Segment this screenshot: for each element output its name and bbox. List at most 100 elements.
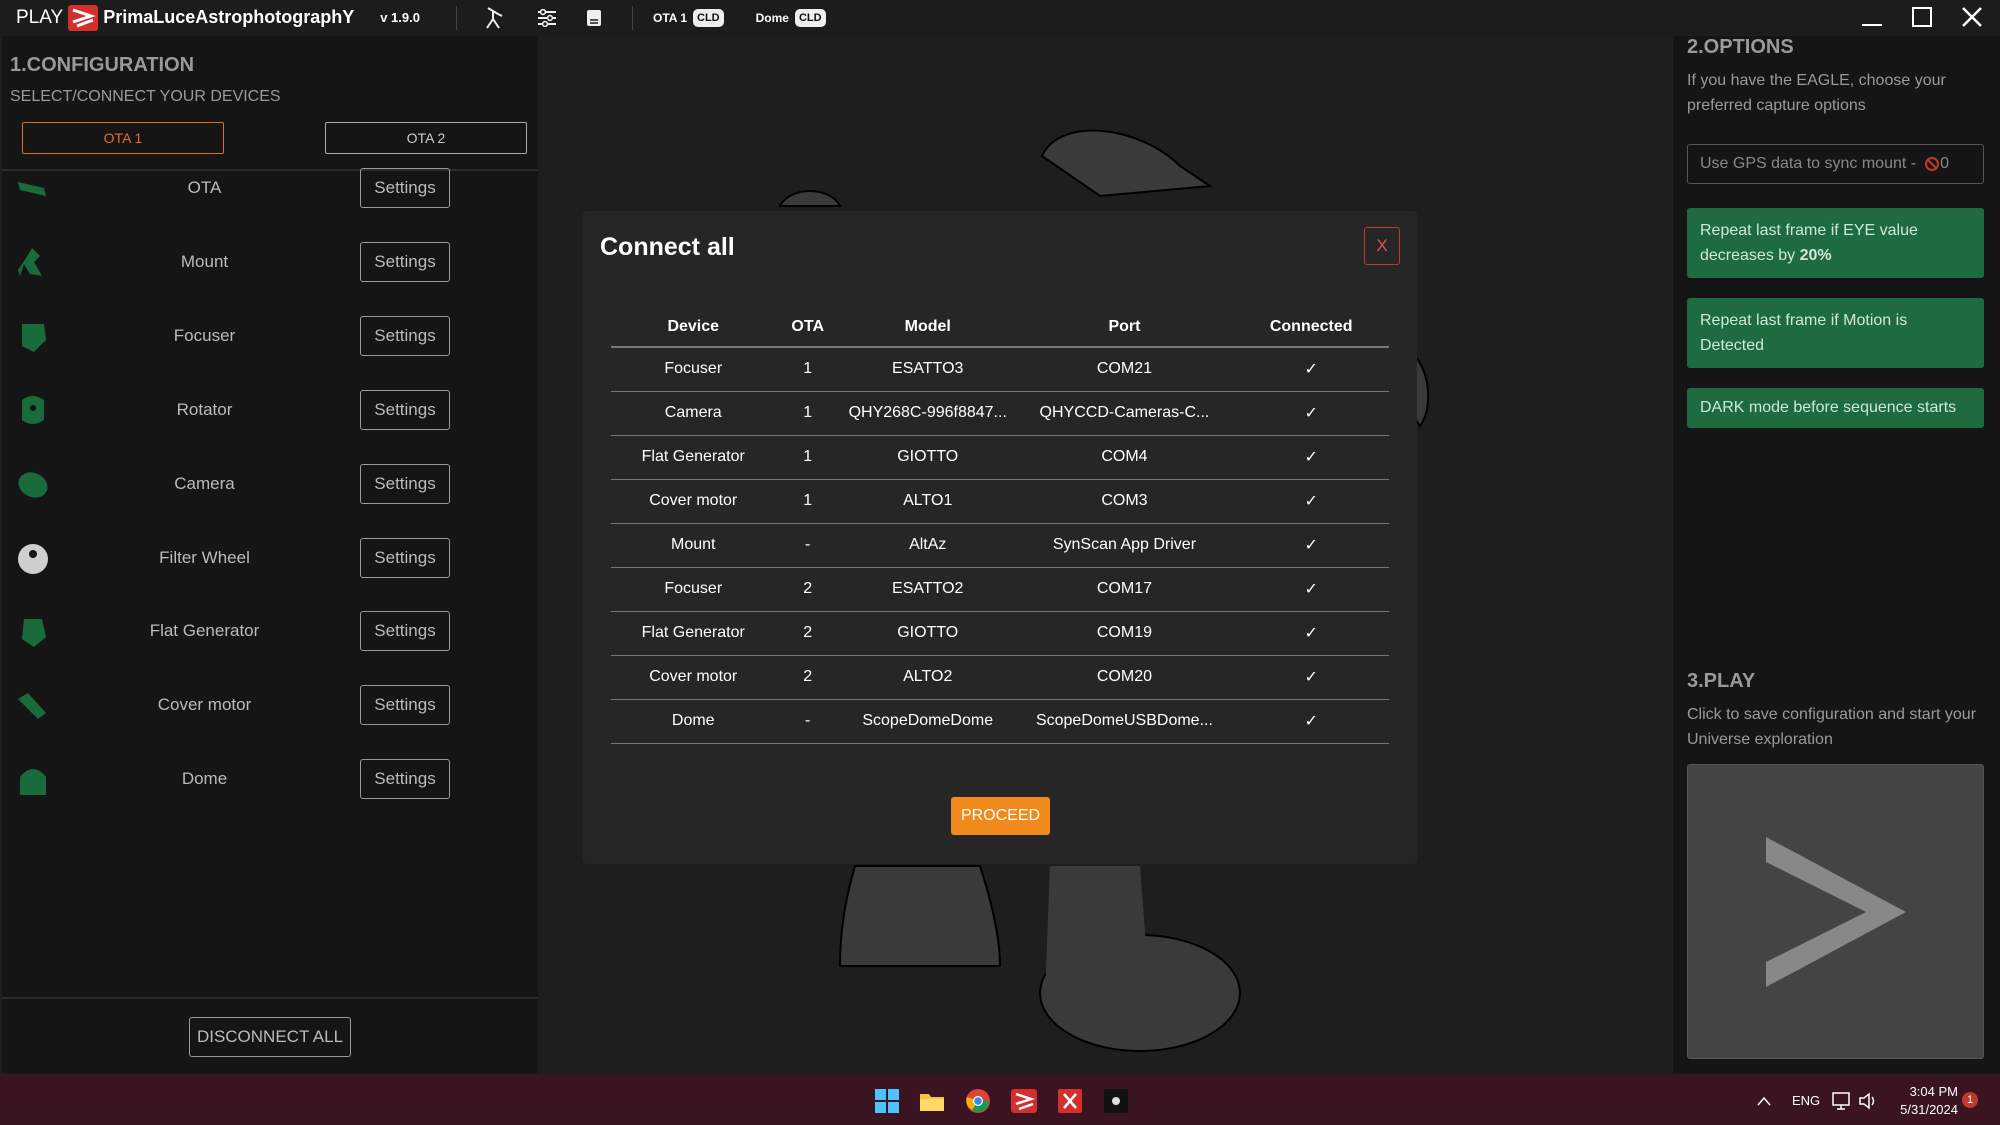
settings-button-mount[interactable]: Settings — [360, 242, 450, 282]
focuser-icon — [22, 324, 46, 352]
minimize-icon[interactable] — [1854, 2, 1890, 32]
file-explorer-icon[interactable] — [918, 1087, 946, 1115]
connected-check-icon: ✓ — [1233, 435, 1389, 480]
table-cell-ota: 2 — [775, 611, 840, 656]
device-row-rotator: Rotator Settings — [2, 380, 538, 440]
clock-time[interactable]: 3:04 PM — [1902, 1084, 1958, 1099]
clock-date[interactable]: 5/31/2024 — [1890, 1102, 1958, 1117]
table-cell-port: COM21 — [1015, 347, 1234, 392]
table-cell-port: COM20 — [1015, 655, 1234, 700]
ota-cloud-badge: CLD — [693, 8, 724, 27]
device-row-flat-generator: Flat Generator Settings — [2, 601, 538, 661]
close-window-icon[interactable] — [1954, 2, 1990, 32]
device-row-mount: Mount Settings — [2, 232, 538, 292]
chrome-icon[interactable] — [964, 1087, 992, 1115]
volume-icon[interactable] — [1854, 1087, 1882, 1115]
table-row: Flat Generator 1 GIOTTO COM4 ✓ — [611, 435, 1389, 480]
chevron-up-icon[interactable] — [1750, 1087, 1778, 1115]
table-cell-device: Mount — [611, 523, 776, 568]
connected-check-icon: ✓ — [1233, 391, 1389, 436]
connection-table: Device OTA Model Port Connected Focuser 1 ESAT… — [611, 308, 1389, 744]
table-cell-model: ESATTO2 — [839, 567, 1016, 612]
configuration-panel: 1.CONFIGURATION SELECT/CONNECT YOUR DEVI… — [2, 36, 538, 1073]
table-cell-model: ALTO1 — [839, 479, 1016, 524]
column-header-ota: OTA — [775, 308, 840, 348]
settings-button-rotator[interactable]: Settings — [360, 390, 450, 430]
gps-sync-toggle[interactable]: Use GPS data to sync mount - 0 — [1687, 144, 1984, 184]
options-panel: 2.OPTIONS If you have the EAGLE, choose … — [1673, 36, 2000, 1073]
connected-check-icon: ✓ — [1233, 611, 1389, 656]
settings-button-cover-motor[interactable]: Settings — [360, 685, 450, 725]
rotator-icon — [22, 396, 44, 424]
title-bar: PLAY PrimaLuceAstrophotographY v 1.9.0 O… — [0, 0, 2000, 35]
titlebar-divider — [455, 5, 457, 30]
language-indicator[interactable]: ENG — [1792, 1093, 1820, 1108]
device-row-filter-wheel: Filter Wheel Settings — [2, 528, 538, 588]
repeat-motion-option[interactable]: Repeat last frame if Motion is Detected — [1687, 298, 1984, 368]
table-cell-model: GIOTTO — [839, 435, 1016, 480]
settings-button-ota[interactable]: Settings — [360, 168, 450, 208]
settings-button-filter-wheel[interactable]: Settings — [360, 538, 450, 578]
table-cell-device: Camera — [611, 391, 776, 436]
dome-cloud-badge: CLD — [794, 8, 826, 27]
device-name: OTA — [187, 178, 222, 197]
table-cell-device: Focuser — [611, 347, 776, 392]
dome-status[interactable]: Dome CLD — [755, 8, 826, 27]
repeat-eye-option[interactable]: Repeat last frame if EYE value decreases… — [1687, 208, 1984, 278]
gps-value: 0 — [1940, 155, 1949, 172]
device-name: Rotator — [176, 400, 233, 419]
titlebar-divider — [631, 5, 633, 30]
filter-wheel-icon — [18, 544, 48, 574]
mount-icon — [18, 248, 42, 276]
device-name: Cover motor — [157, 695, 252, 714]
connected-check-icon: ✓ — [1233, 479, 1389, 524]
device-row-focuser: Focuser Settings — [2, 306, 538, 366]
device-row-camera: Camera Settings — [2, 454, 538, 514]
notification-badge[interactable]: 1 — [1962, 1092, 1978, 1108]
table-cell-device: Flat Generator — [611, 611, 776, 656]
ota-tab-1[interactable]: OTA 1 — [22, 122, 224, 154]
x-app-icon[interactable] — [1056, 1087, 1084, 1115]
table-cell-ota: 2 — [775, 655, 840, 700]
sliders-icon[interactable] — [535, 6, 559, 30]
dialog-close-button[interactable]: X — [1364, 227, 1400, 265]
ota-tab-2[interactable]: OTA 2 — [325, 122, 527, 154]
dome-status-label: Dome — [755, 10, 789, 25]
table-row: Mount - AltAz SynScan App Driver ✓ — [611, 523, 1389, 568]
connected-check-icon: ✓ — [1233, 699, 1389, 744]
log-icon[interactable] — [582, 6, 606, 30]
ota-status[interactable]: OTA 1 CLD — [653, 8, 724, 27]
primaluce-logo-icon — [68, 4, 99, 31]
flat-generator-icon — [22, 619, 46, 647]
disconnect-all-button[interactable]: DISCONNECT ALL — [189, 1017, 351, 1057]
app-name: PrimaLuceAstrophotographY — [103, 7, 355, 27]
network-icon[interactable] — [1828, 1087, 1856, 1115]
device-name: Focuser — [173, 326, 236, 345]
table-cell-port: COM17 — [1015, 567, 1234, 612]
table-cell-port: COM19 — [1015, 611, 1234, 656]
primaluce-play-taskbar-icon[interactable] — [1010, 1087, 1038, 1115]
dark-mode-option[interactable]: DARK mode before sequence starts — [1687, 388, 1984, 428]
table-cell-device: Cover motor — [611, 479, 776, 524]
settings-button-dome[interactable]: Settings — [360, 759, 450, 799]
options-title: 2.OPTIONS — [1687, 36, 1794, 58]
maximize-icon[interactable] — [1904, 2, 1940, 32]
table-cell-device: Focuser — [611, 567, 776, 612]
column-header-device: Device — [611, 308, 776, 348]
settings-button-flat-generator[interactable]: Settings — [360, 611, 450, 651]
table-cell-device: Cover motor — [611, 655, 776, 700]
table-cell-model: ESATTO3 — [839, 347, 1016, 392]
table-cell-model: GIOTTO — [839, 611, 1016, 656]
table-cell-ota: 1 — [775, 479, 840, 524]
proceed-button[interactable]: PROCEED — [951, 797, 1050, 835]
settings-button-camera[interactable]: Settings — [360, 464, 450, 504]
table-row: Cover motor 2 ALTO2 COM20 ✓ — [611, 655, 1389, 700]
gps-off-icon — [1924, 156, 1940, 172]
windows-start-icon[interactable] — [873, 1087, 901, 1115]
camera-app-icon[interactable] — [1102, 1087, 1130, 1115]
table-cell-ota: 1 — [775, 435, 840, 480]
version-label: v 1.9.0 — [380, 10, 420, 25]
play-button[interactable] — [1687, 764, 1984, 1059]
telescope-icon[interactable] — [483, 6, 507, 30]
settings-button-focuser[interactable]: Settings — [360, 316, 450, 356]
